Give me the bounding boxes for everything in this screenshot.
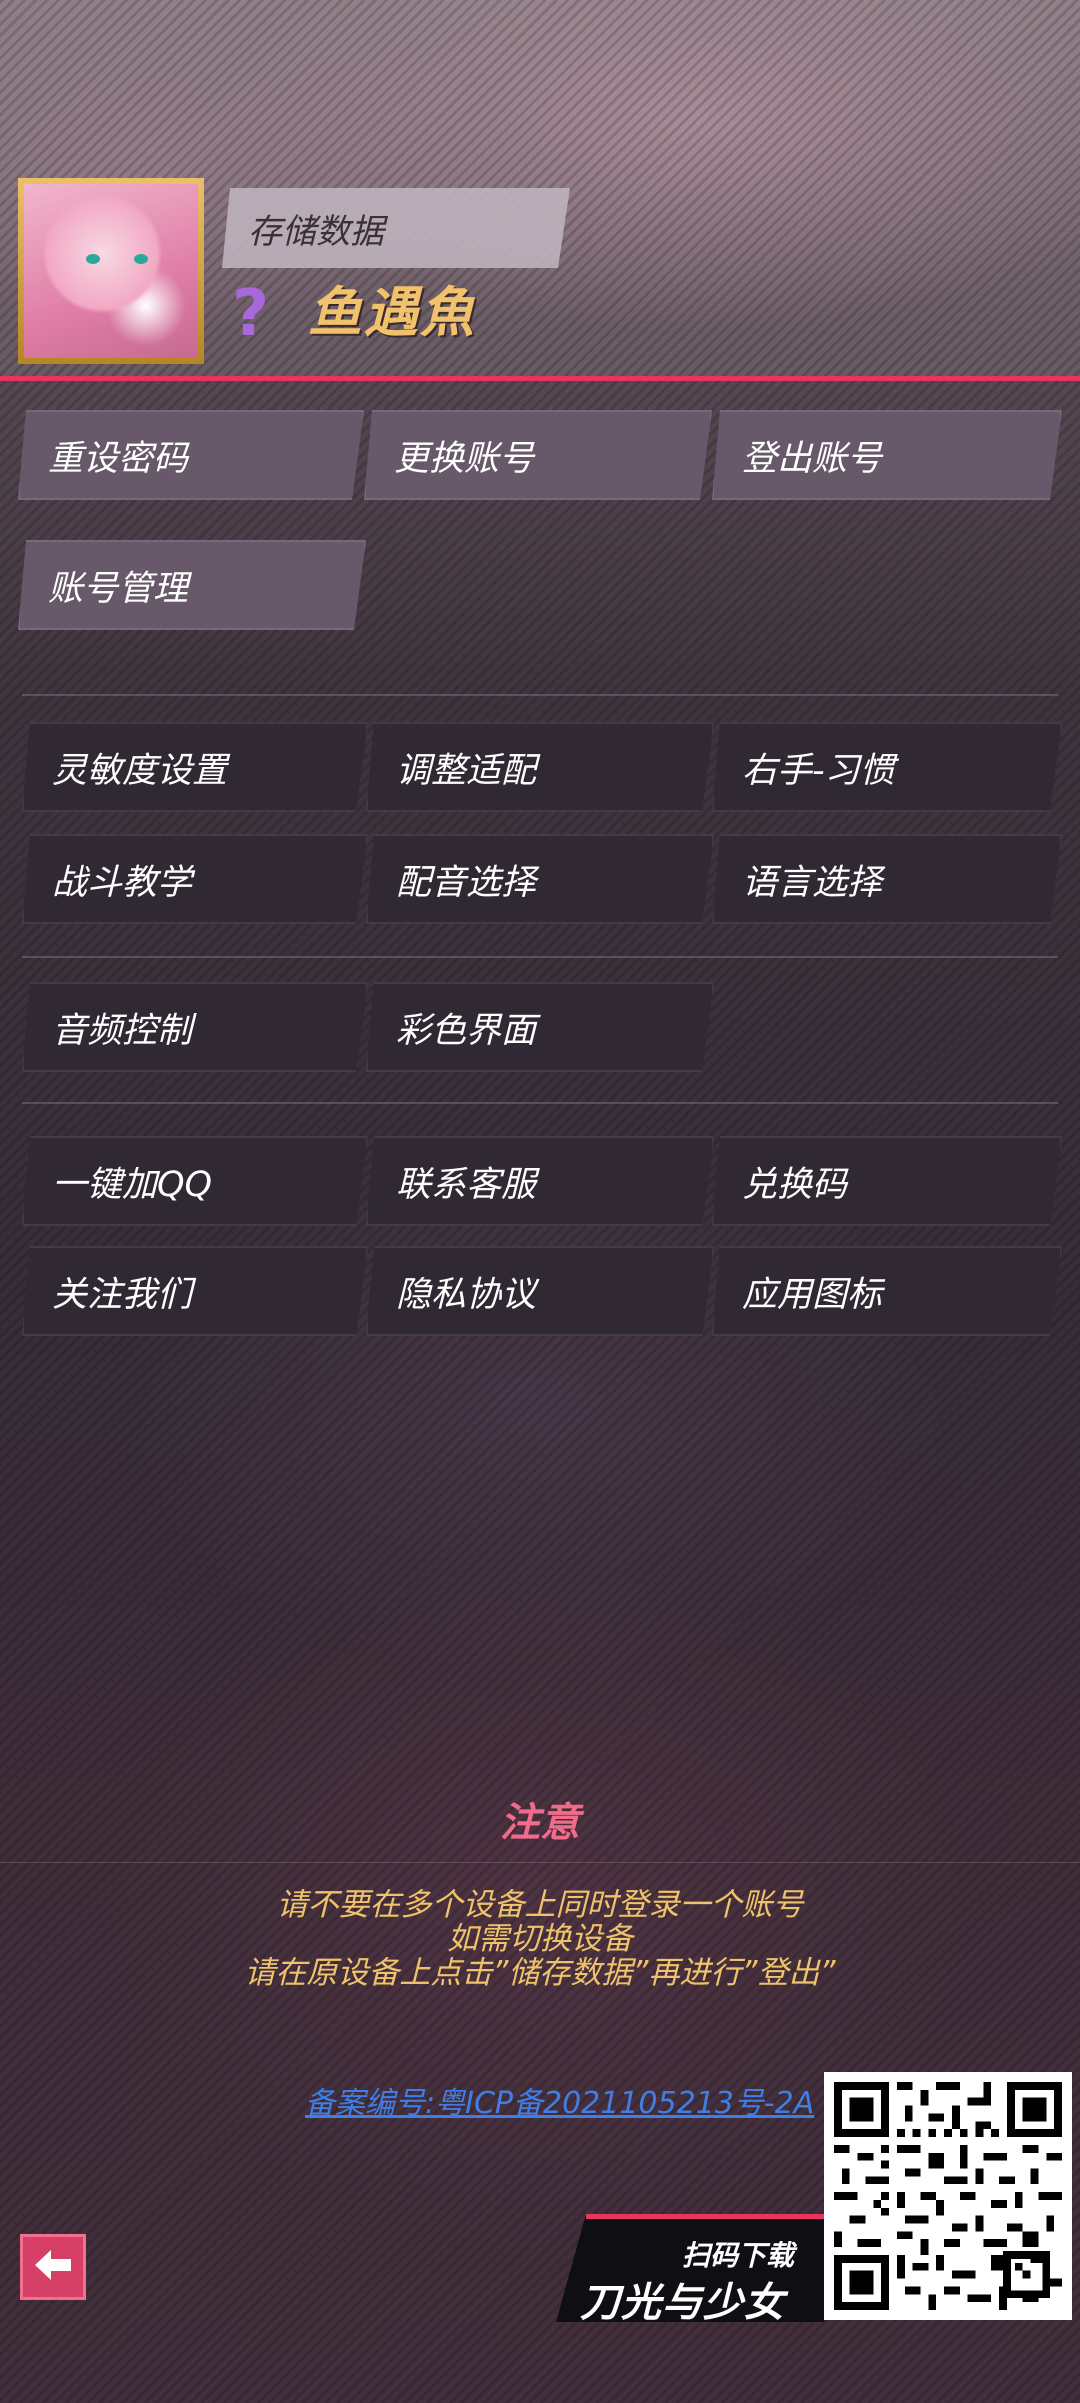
save-data-button[interactable]: 存储数据 [222, 188, 570, 268]
battle-tutorial-button[interactable]: 战斗教学 [22, 834, 368, 924]
icp-record-link[interactable]: 备案编号:粤ICP备2021105213号-2A [305, 2078, 814, 2122]
button-label: 一键加QQ [52, 1164, 213, 1205]
contact-support-button[interactable]: 联系客服 [366, 1136, 714, 1226]
sensitivity-settings-button[interactable]: 灵敏度设置 [22, 722, 368, 812]
right-hand-habit-button[interactable]: 右手-习惯 [712, 722, 1062, 812]
notice-line: 请不要在多个设备上同时登录一个账号 [276, 1887, 804, 1923]
button-label: 右手-习惯 [742, 750, 895, 791]
notice-title: 注意 [500, 1800, 580, 1846]
switch-account-button[interactable]: 更换账号 [364, 410, 712, 500]
back-arrow-icon [33, 2247, 73, 2287]
header-divider [0, 376, 1080, 381]
redeem-code-button[interactable]: 兑换码 [712, 1136, 1062, 1226]
app-icon-button[interactable]: 应用图标 [712, 1246, 1062, 1336]
button-label: 兑换码 [742, 1164, 848, 1205]
avatar-image [24, 184, 198, 358]
avatar[interactable] [18, 178, 204, 364]
notice-divider [0, 1862, 1080, 1863]
button-label: 重设密码 [48, 438, 189, 479]
button-label: 关注我们 [52, 1274, 193, 1315]
button-label: 账号管理 [48, 568, 189, 609]
banner-accent-line [586, 2214, 824, 2219]
button-label: 登出账号 [742, 438, 883, 479]
audio-control-button[interactable]: 音频控制 [22, 982, 368, 1072]
button-label: 语言选择 [742, 862, 883, 903]
button-label: 更换账号 [394, 438, 535, 479]
button-label: 隐私协议 [396, 1274, 537, 1315]
username: 鱼遇魚 [308, 281, 476, 344]
question-mark-icon: ? [232, 277, 270, 351]
button-label: 配音选择 [396, 862, 537, 903]
logout-button[interactable]: 登出账号 [712, 410, 1062, 500]
join-qq-button[interactable]: 一键加QQ [22, 1136, 368, 1226]
voice-select-button[interactable]: 配音选择 [366, 834, 714, 924]
qr-code-image [834, 2082, 1062, 2310]
avatar-eye [86, 254, 100, 264]
button-label: 音频控制 [52, 1010, 193, 1051]
section-divider [22, 694, 1058, 696]
section-divider [22, 956, 1058, 958]
button-label: 联系客服 [396, 1164, 537, 1205]
notice-line: 如需切换设备 [447, 1921, 633, 1957]
avatar-eye [134, 254, 148, 264]
section-divider [22, 1102, 1058, 1104]
button-label: 应用图标 [742, 1274, 883, 1315]
privacy-policy-button[interactable]: 隐私协议 [366, 1246, 714, 1336]
back-button[interactable] [20, 2234, 86, 2300]
download-qr-code [824, 2072, 1072, 2320]
adjust-fit-button[interactable]: 调整适配 [366, 722, 714, 812]
reset-password-button[interactable]: 重设密码 [18, 410, 364, 500]
follow-us-button[interactable]: 关注我们 [22, 1246, 368, 1336]
save-data-label: 存储数据 [248, 211, 384, 252]
button-label: 调整适配 [396, 750, 537, 791]
button-label: 战斗教学 [52, 862, 193, 903]
notice-line: 请在原设备上点击”储存数据”再进行”登出” [244, 1955, 836, 1991]
button-label: 彩色界面 [396, 1010, 537, 1051]
game-logo: 刀光与少女 [580, 2280, 785, 2326]
scan-download-label: 扫码下载 [682, 2239, 795, 2272]
button-label: 灵敏度设置 [52, 750, 228, 791]
color-ui-button[interactable]: 彩色界面 [366, 982, 714, 1072]
language-select-button[interactable]: 语言选择 [712, 834, 1062, 924]
account-management-button[interactable]: 账号管理 [18, 540, 366, 630]
